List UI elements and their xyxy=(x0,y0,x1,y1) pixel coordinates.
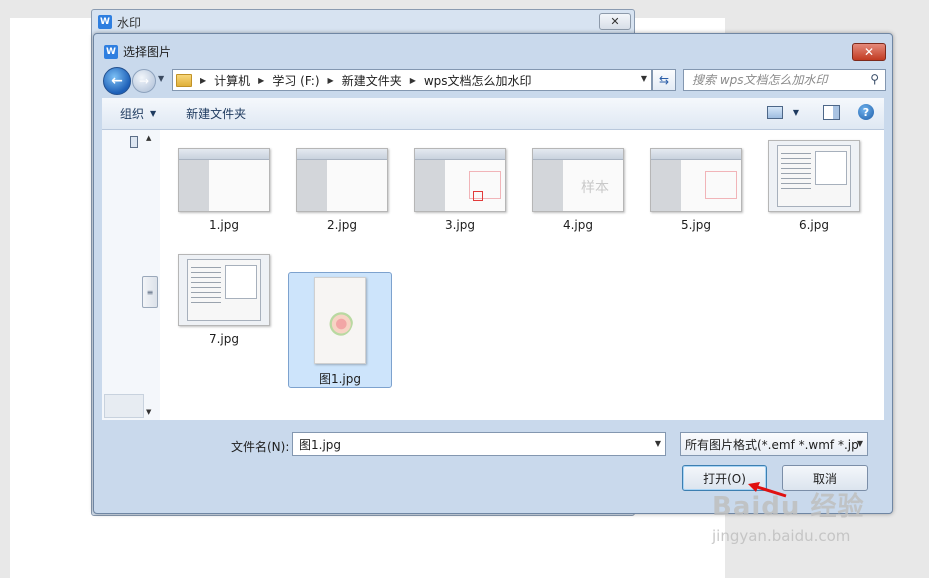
watermark-line2: jingyan.baidu.com xyxy=(712,527,851,545)
chevron-right-icon[interactable]: ▶ xyxy=(200,76,206,85)
select-image-dialog: W 选择图片 ✕ ← → ▼ ▶ 计算机 ▶ 学习 (F:) ▶ 新建文件夹 ▶… xyxy=(93,33,893,514)
parent-window-title: 水印 xyxy=(117,15,142,30)
organize-menu-button[interactable]: 组织 ▼ xyxy=(120,105,156,122)
forward-button[interactable]: → xyxy=(132,69,156,93)
chevron-down-icon[interactable]: ▼ xyxy=(655,439,661,448)
image-thumbnail: 样本 xyxy=(532,148,624,212)
address-bar[interactable]: ▶ 计算机 ▶ 学习 (F:) ▶ 新建文件夹 ▶ wps文档怎么加水印 ▼ xyxy=(172,69,652,91)
file-name: 4.jpg xyxy=(562,218,594,232)
filename-label: 文件名(N): xyxy=(231,440,290,454)
wps-app-icon: W xyxy=(104,44,118,59)
organize-label: 组织 xyxy=(120,107,145,121)
file-type-select[interactable]: 所有图片格式(*.emf *.wmf *.jp ▼ xyxy=(680,432,868,456)
breadcrumb: ▶ 计算机 ▶ 学习 (F:) ▶ 新建文件夹 ▶ wps文档怎么加水印 xyxy=(192,72,532,89)
search-icon[interactable]: ⚲ xyxy=(870,72,879,86)
baidu-watermark: Baidu 经验 jingyan.baidu.com xyxy=(712,486,864,545)
refresh-icon: ⇆ xyxy=(658,73,670,87)
close-icon: ✕ xyxy=(610,15,620,28)
breadcrumb-item[interactable]: 学习 (F:) xyxy=(272,72,319,89)
file-item[interactable]: 7.jpg xyxy=(172,250,276,366)
search-box[interactable]: ⚲ xyxy=(683,69,886,91)
breadcrumb-item[interactable]: wps文档怎么加水印 xyxy=(424,72,532,89)
navigation-pane: ▲ ≡ ▼ xyxy=(102,130,160,420)
arrow-right-icon: → xyxy=(138,74,150,88)
dialog-title: 选择图片 xyxy=(123,45,172,59)
file-item[interactable]: 5.jpg xyxy=(644,130,748,246)
scroll-down-icon[interactable]: ▼ xyxy=(146,408,151,416)
image-thumbnail xyxy=(768,140,860,212)
image-thumbnail xyxy=(314,277,366,364)
file-name: 6.jpg xyxy=(798,218,830,232)
dialog-titlebar: W 选择图片 xyxy=(104,43,171,60)
caret-down-icon[interactable]: ▼ xyxy=(793,108,799,117)
wps-app-icon: W xyxy=(98,15,112,29)
folder-icon xyxy=(176,73,192,87)
refresh-button[interactable]: ⇆ xyxy=(652,69,676,91)
back-button[interactable]: ← xyxy=(103,67,131,95)
caret-down-icon: ▼ xyxy=(150,109,157,118)
open-button-label: 打开(O) xyxy=(703,471,746,486)
watermark-line1: Baidu 经验 xyxy=(712,492,865,522)
help-icon[interactable]: ? xyxy=(858,104,874,120)
file-name: 图1.jpg xyxy=(318,372,362,386)
cancel-button-label: 取消 xyxy=(812,471,837,486)
change-view-icon[interactable] xyxy=(766,105,783,119)
address-dropdown-icon[interactable]: ▼ xyxy=(641,74,647,83)
file-name: 3.jpg xyxy=(444,218,476,232)
scroll-up-icon[interactable]: ▲ xyxy=(146,134,151,142)
search-input[interactable] xyxy=(690,72,864,88)
pin-icon xyxy=(130,136,138,148)
image-thumbnail xyxy=(178,148,270,212)
dialog-close-button[interactable]: ✕ xyxy=(852,43,886,61)
new-folder-button[interactable]: 新建文件夹 xyxy=(186,105,246,122)
chevron-right-icon[interactable]: ▶ xyxy=(328,76,334,85)
preview-pane-icon[interactable] xyxy=(823,104,840,120)
file-item[interactable]: 样本 4.jpg xyxy=(526,130,630,246)
image-thumbnail xyxy=(296,148,388,212)
history-dropdown-icon[interactable]: ▼ xyxy=(158,74,164,83)
close-icon: ✕ xyxy=(863,45,875,59)
file-item[interactable]: 2.jpg xyxy=(290,130,394,246)
file-item[interactable]: 6.jpg xyxy=(762,130,866,246)
flower-image xyxy=(327,306,353,336)
image-thumbnail xyxy=(650,148,742,212)
breadcrumb-item[interactable]: 新建文件夹 xyxy=(342,72,402,89)
navigation-item[interactable] xyxy=(104,394,144,418)
file-name: 5.jpg xyxy=(680,218,712,232)
toolbar-right-group: ▼ ? xyxy=(766,104,874,120)
toolbar: 组织 ▼ 新建文件夹 ▼ ? xyxy=(102,98,884,130)
file-name: 2.jpg xyxy=(326,218,358,232)
breadcrumb-item[interactable]: 计算机 xyxy=(214,72,250,89)
file-name: 1.jpg xyxy=(208,218,240,232)
new-folder-label: 新建文件夹 xyxy=(186,107,247,121)
image-thumbnail xyxy=(414,148,506,212)
file-item-selected[interactable]: 图1.jpg xyxy=(288,272,392,388)
filename-field[interactable]: ▼ xyxy=(292,432,666,456)
scrollbar-thumb[interactable]: ≡ xyxy=(142,276,158,308)
arrow-left-icon: ← xyxy=(111,73,123,89)
file-item[interactable]: 1.jpg xyxy=(172,130,276,246)
file-item[interactable]: 3.jpg xyxy=(408,130,512,246)
filename-input[interactable] xyxy=(297,436,641,452)
parent-close-button[interactable]: ✕ xyxy=(599,13,631,30)
chevron-right-icon[interactable]: ▶ xyxy=(258,76,264,85)
chevron-down-icon: ▼ xyxy=(856,439,863,448)
file-type-value: 所有图片格式(*.emf *.wmf *.jp xyxy=(685,437,859,452)
chevron-right-icon[interactable]: ▶ xyxy=(410,76,416,85)
file-grid: 1.jpg 2.jpg 3.jpg 样本 4.jpg 5.jpg 6.jpg 7… xyxy=(164,130,884,420)
parent-window-titlebar: W 水印 xyxy=(98,13,141,31)
image-thumbnail xyxy=(178,254,270,326)
file-browser-content: ▲ ≡ ▼ 1.jpg 2.jpg 3.jpg 样本 4.jpg 5.jpg 6… xyxy=(102,130,884,420)
file-name: 7.jpg xyxy=(208,332,240,346)
